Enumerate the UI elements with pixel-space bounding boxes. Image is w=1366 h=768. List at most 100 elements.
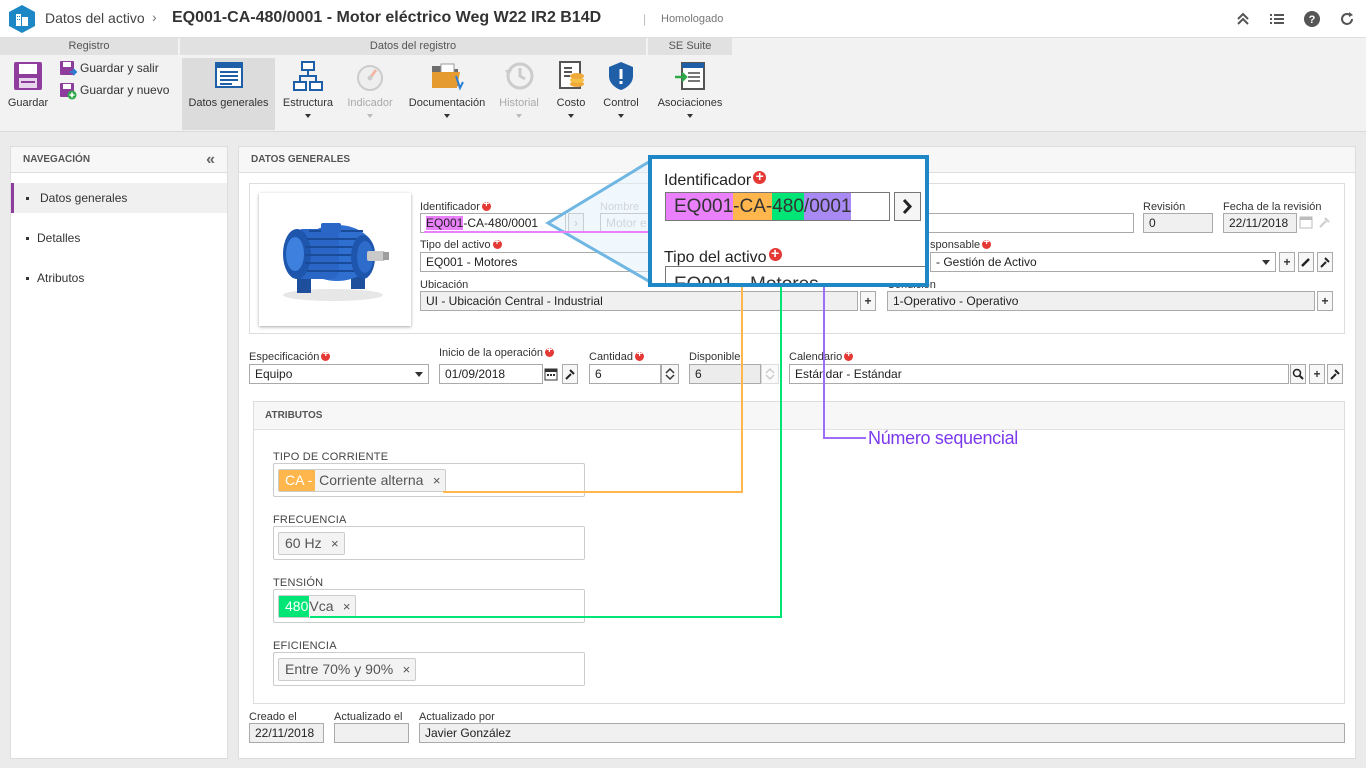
inicio-operacion-field[interactable]: 01/09/2018 [439,364,543,384]
calendar-icon [544,368,558,381]
zoom-next-button [894,192,921,221]
disponible-stepper [761,364,779,384]
main-title: DATOS GENERALES [251,154,351,165]
pencil-icon [1301,258,1310,267]
fecha-revision-label: Fecha de la revisión [1223,201,1322,213]
help-icon[interactable]: ? [1303,10,1321,28]
responsable-add-button[interactable]: + [1279,252,1295,272]
ubicacion-add-button[interactable]: + [860,291,876,311]
nav-item-datos-generales[interactable]: Datos generales [11,183,227,213]
revision-label: Revisión [1143,201,1186,213]
save-button[interactable]: Guardar [2,58,54,130]
general-data-button[interactable]: Datos generales [182,58,275,130]
remove-tag-icon[interactable]: × [403,659,411,680]
zoom-tipo-label: Tipo del activo [664,245,782,267]
zoom-sequence-segment: /0001 [803,193,852,220]
collapse-up-icon[interactable] [1234,10,1252,28]
nav-item-detalles[interactable]: Detalles [11,223,227,253]
calendario-field[interactable]: Estándar - Estándar [789,364,1289,384]
tipo-corriente-field[interactable]: CA - Corriente alterna × [273,463,585,497]
refresh-icon[interactable] [1338,10,1356,28]
tipo-corriente-label: TIPO DE CORRIENTE [273,451,389,463]
chevron-down-icon [1262,260,1270,265]
stepper-arrows-icon [765,367,775,381]
required-icon [481,199,491,211]
dropdown-caret-icon [367,114,373,118]
chevron-right-icon [902,198,913,215]
calendar-icon [1299,216,1313,229]
actualizado-label: Actualizado el [334,711,403,723]
inicio-operacion-label: Inicio de la operación [439,345,554,359]
zoom-identificador-label: Identificador [664,168,767,190]
motor-image [283,223,389,301]
asset-photo[interactable] [259,193,411,326]
zoom-prefix-segment: EQ001 [666,193,734,220]
gauge-icon [357,65,383,91]
actualizado-por-field: Javier González [419,723,1345,743]
fecha-revision-field: 22/11/2018 [1223,213,1297,233]
tension-field[interactable]: 480Vca × [273,589,585,623]
navigation-header: NAVEGACIÓN « [11,147,227,173]
eficiencia-label: EFICIENCIA [273,640,337,652]
identificador-next-button[interactable]: › [568,213,584,233]
dropdown-caret-icon [687,114,693,118]
especificacion-select[interactable]: Equipo [249,364,429,384]
responsable-select[interactable]: - Gestión de Activo [930,252,1276,272]
associations-button[interactable]: Asociaciones [652,58,728,130]
indicator-button: Indicador [342,58,398,130]
collapse-left-icon[interactable]: « [206,147,215,173]
frecuencia-label: FRECUENCIA [273,514,347,526]
cantidad-label: Cantidad [589,349,645,363]
calendario-add-button[interactable]: + [1309,364,1325,384]
remove-tag-icon[interactable]: × [433,470,441,491]
breadcrumb-section[interactable]: Datos del activo [45,10,145,26]
eficiencia-tag: Entre 70% y 90% × [278,658,417,681]
structure-icon [293,61,323,91]
required-icon [544,345,554,357]
zoom-identificador-field: EQ001-CA-480/0001 [665,192,890,221]
calendario-search-button[interactable] [1290,364,1306,384]
cantidad-stepper[interactable] [661,364,679,384]
dropdown-caret-icon [444,114,450,118]
stepper-arrows-icon [665,367,675,381]
responsable-clear-button[interactable] [1317,252,1333,272]
brush-icon [1330,369,1340,380]
shield-icon [609,62,633,90]
identificador-field[interactable]: EQ001-CA-480/0001 [420,213,566,233]
tipo-corriente-tag: CA - Corriente alterna × [278,469,447,492]
app-logo-icon [9,5,35,33]
frecuencia-field[interactable]: 60 Hz × [273,526,585,560]
eficiencia-field[interactable]: Entre 70% y 90% × [273,652,585,686]
nav-item-atributos[interactable]: Atributos [11,263,227,293]
navigation-title: NAVEGACIÓN [23,154,91,165]
ribbon-toolbar: Registro Guardar Guardar y salir Guardar… [0,38,1366,132]
required-icon [982,237,992,249]
cost-button[interactable]: Costo [548,58,594,130]
history-icon [505,62,534,90]
identificador-rest: -CA-480/0001 [463,216,539,230]
date-picker-button[interactable] [543,364,559,384]
condicion-add-button[interactable]: + [1317,291,1333,311]
remove-tag-icon[interactable]: × [343,596,351,617]
breadcrumb-chevron-icon: › [152,9,157,25]
list-icon[interactable] [1268,10,1286,28]
inicio-clear-button[interactable] [562,364,578,384]
disponible-label: Disponible [689,351,741,363]
especificacion-label: Especificación [249,349,331,363]
cantidad-field[interactable]: 6 [589,364,661,384]
responsable-edit-button[interactable] [1298,252,1314,272]
actualizado-por-label: Actualizado por [419,711,495,723]
tipo-activo-field[interactable]: EQ001 - Motores [420,252,660,272]
disponible-field: 6 [689,364,761,384]
revision-field: 0 [1143,213,1213,233]
structure-button[interactable]: Estructura [278,58,338,130]
dropdown-caret-icon [305,114,311,118]
brush-icon [565,369,575,380]
documentation-button[interactable]: Documentación [404,58,490,130]
calendario-clear-button[interactable] [1327,364,1343,384]
save-exit-icon [60,61,77,76]
required-icon [753,168,767,184]
tipo-activo-label: Tipo del activo [420,237,502,251]
remove-tag-icon[interactable]: × [331,533,339,554]
control-button[interactable]: Control [598,58,644,130]
